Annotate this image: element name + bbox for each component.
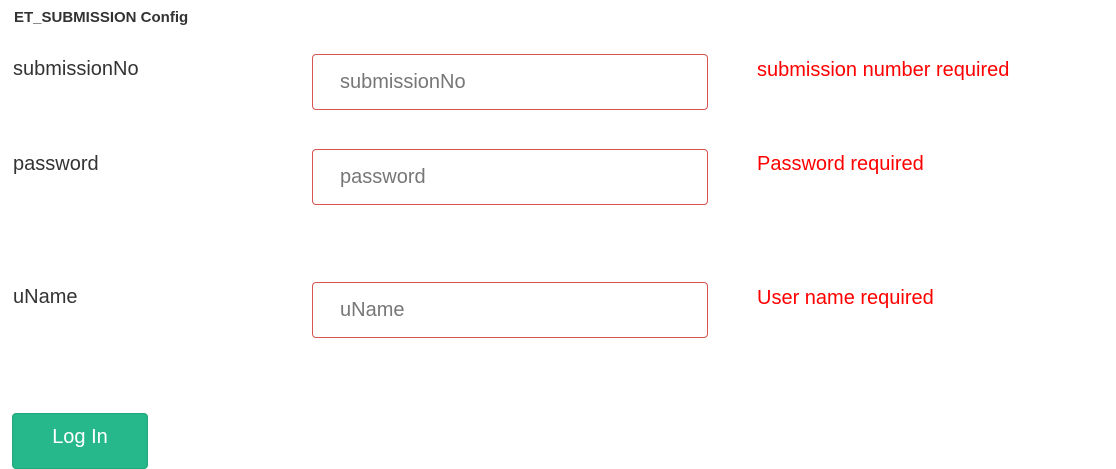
- uname-error: User name required: [757, 287, 934, 309]
- password-input[interactable]: [312, 149, 708, 205]
- uname-label: uName: [13, 286, 78, 308]
- submission-no-label: submissionNo: [13, 58, 139, 80]
- password-error: Password required: [757, 153, 924, 175]
- log-in-button[interactable]: Log In: [12, 413, 148, 469]
- submission-no-input[interactable]: [312, 54, 708, 110]
- uname-input[interactable]: [312, 282, 708, 338]
- submission-no-error: submission number required: [757, 59, 1010, 81]
- form-title: ET_SUBMISSION Config: [14, 9, 189, 26]
- password-label: password: [13, 153, 99, 175]
